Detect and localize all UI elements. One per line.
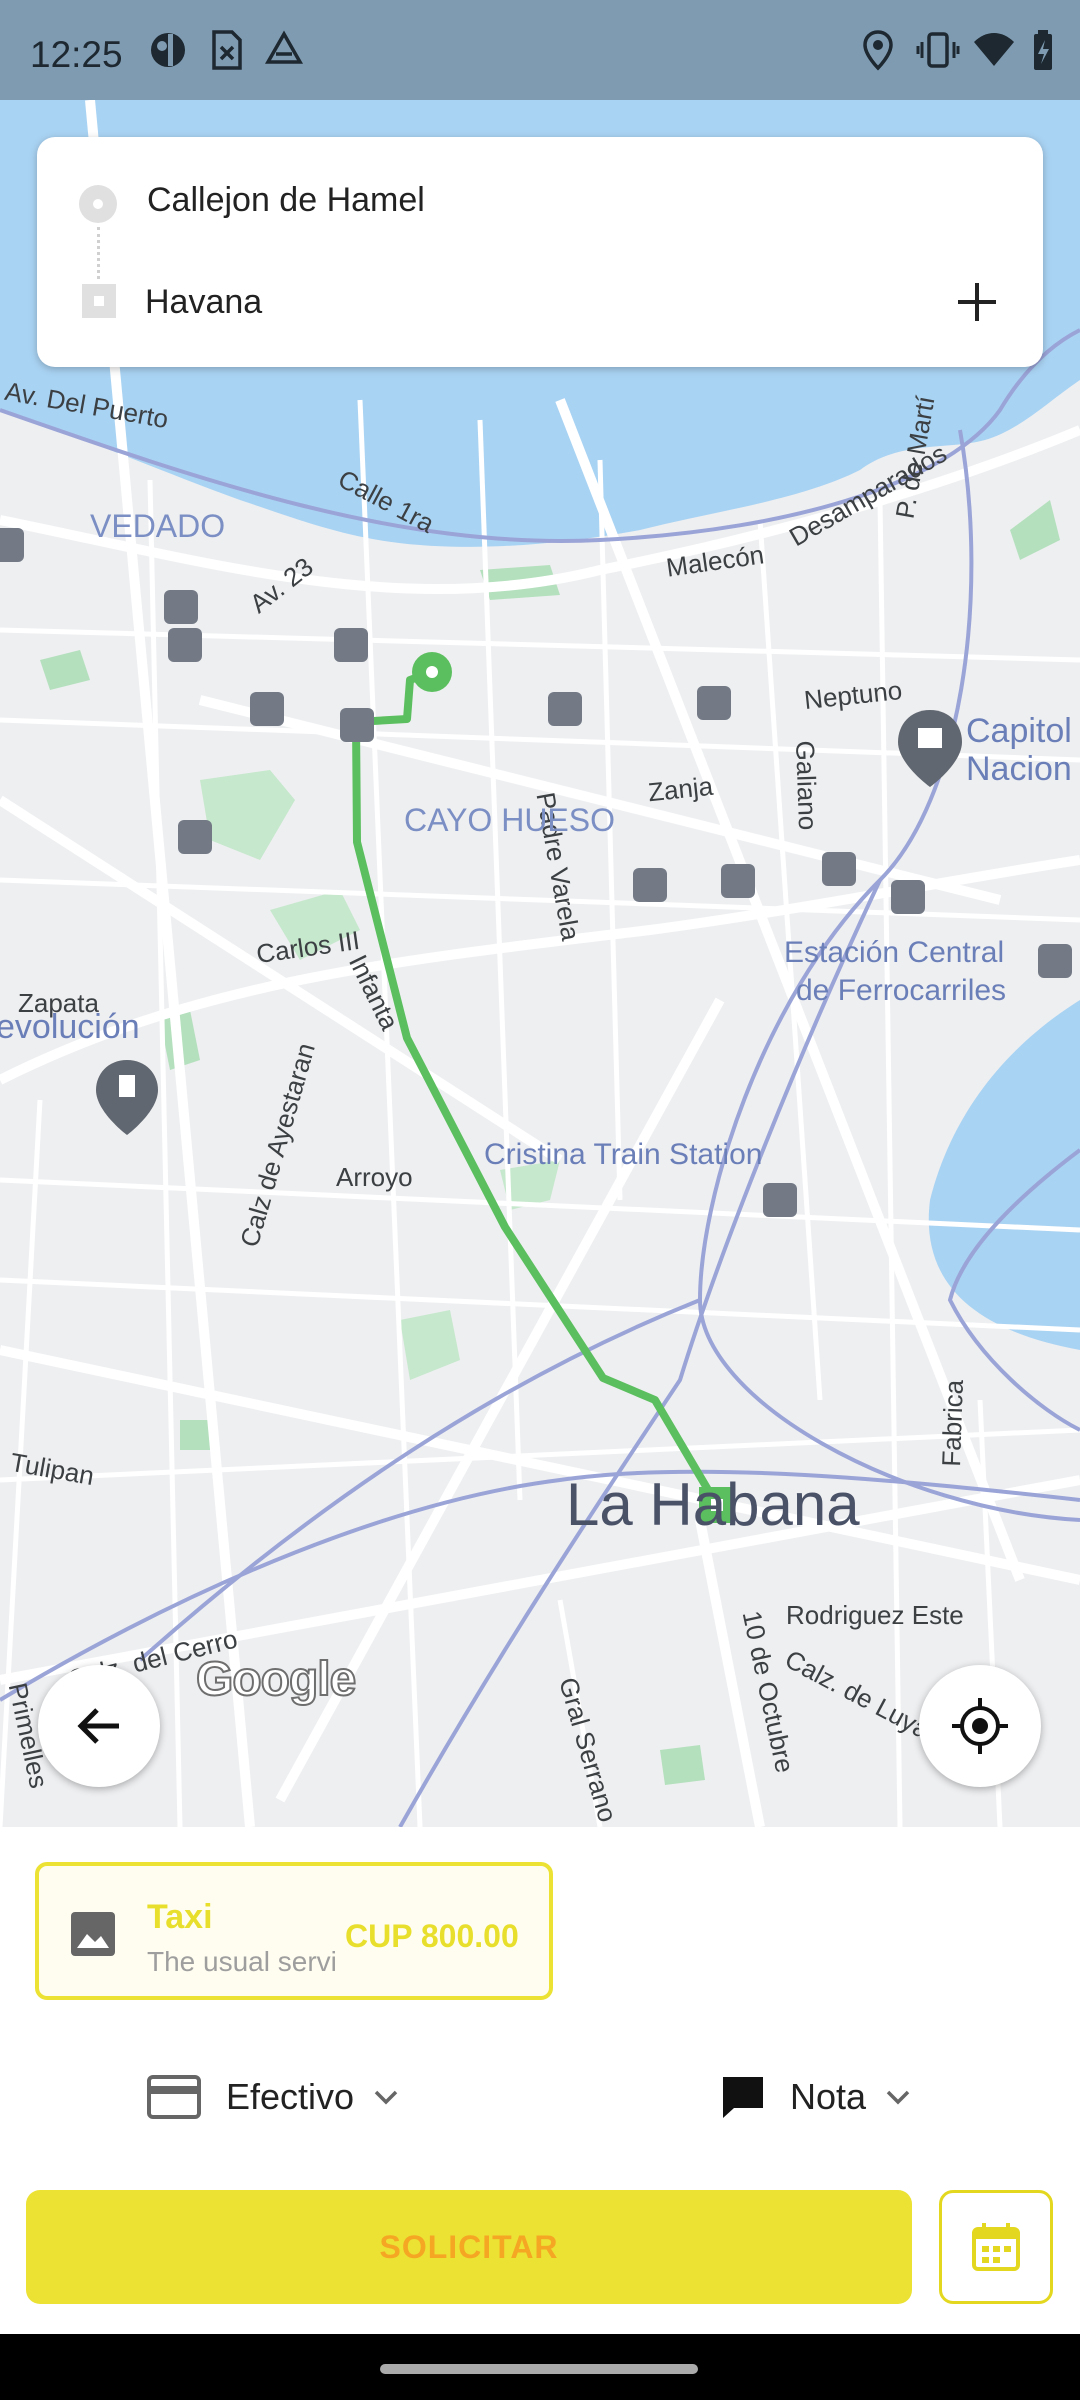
plus-icon[interactable] [952, 277, 1002, 327]
service-price: CUP 800.00 [345, 1918, 519, 1954]
service-description: The usual service [147, 1946, 337, 1977]
request-button-label: SOLICITAR [379, 2228, 559, 2265]
payment-method-selector[interactable]: Efectivo [146, 2074, 400, 2120]
system-navigation-bar [0, 2334, 1080, 2400]
route-card: Callejon de Hamel Havana [37, 137, 1043, 367]
sim-icon [212, 30, 242, 70]
status-bar: 12:25 [0, 0, 1080, 100]
location-icon [863, 30, 893, 71]
destination-field[interactable]: Havana [145, 283, 262, 322]
service-name: Taxi [147, 1898, 213, 1936]
area-label: VEDADO [90, 508, 226, 544]
route-connector [97, 227, 100, 279]
poi-label: Cristina Train Station [484, 1138, 763, 1171]
note-comment-icon [723, 2077, 763, 2118]
vibrate-icon [916, 32, 960, 68]
app-icon [151, 33, 185, 67]
area-label: CAYO HUESO [404, 802, 615, 838]
service-card-taxi[interactable]: Taxi The usual service CUP 800.00 [35, 1862, 553, 2000]
street-label: Arroyo [336, 1162, 413, 1192]
poi-label: Capitol [966, 712, 1072, 750]
battery-icon [1034, 30, 1052, 70]
monument-pin-icon [96, 1060, 158, 1135]
request-button[interactable]: SOLICITAR [26, 2190, 912, 2304]
credit-card-icon [147, 2075, 201, 2119]
poi-label: Estación Central [784, 936, 1005, 969]
note-label: Nota [790, 2076, 867, 2117]
street-label: Fabrica [936, 1379, 970, 1468]
home-gesture-handle[interactable] [380, 2364, 698, 2374]
city-label: La Habana [566, 1471, 860, 1538]
museum-pin-icon [898, 710, 962, 787]
status-time: 12:25 [30, 34, 123, 75]
chevron-down-icon [374, 2090, 398, 2105]
calendar-icon [972, 2223, 1020, 2271]
wifi-icon [974, 33, 1014, 66]
poi-label: de Ferrocarriles [796, 974, 1007, 1007]
origin-dot-icon [79, 185, 117, 223]
image-placeholder-icon [71, 1912, 115, 1956]
google-attribution: Google [195, 1652, 357, 1707]
my-location-button[interactable] [919, 1665, 1041, 1787]
schedule-button[interactable] [939, 2190, 1053, 2304]
payment-label: Efectivo [226, 2076, 355, 2117]
gps-crosshair-icon [952, 1698, 1008, 1754]
note-selector[interactable]: Nota [720, 2074, 912, 2120]
chevron-down-icon [886, 2090, 910, 2105]
drive-icon [264, 30, 304, 64]
street-label: Rodriguez Este [786, 1600, 964, 1630]
origin-field[interactable]: Callejon de Hamel [147, 181, 425, 220]
poi-label: evolución [0, 1008, 140, 1046]
back-button[interactable] [38, 1665, 160, 1787]
destination-square-icon [82, 284, 116, 318]
street-label: Galiano [790, 740, 824, 831]
poi-label: Nacion [966, 750, 1072, 788]
arrow-back-icon [77, 1708, 119, 1744]
